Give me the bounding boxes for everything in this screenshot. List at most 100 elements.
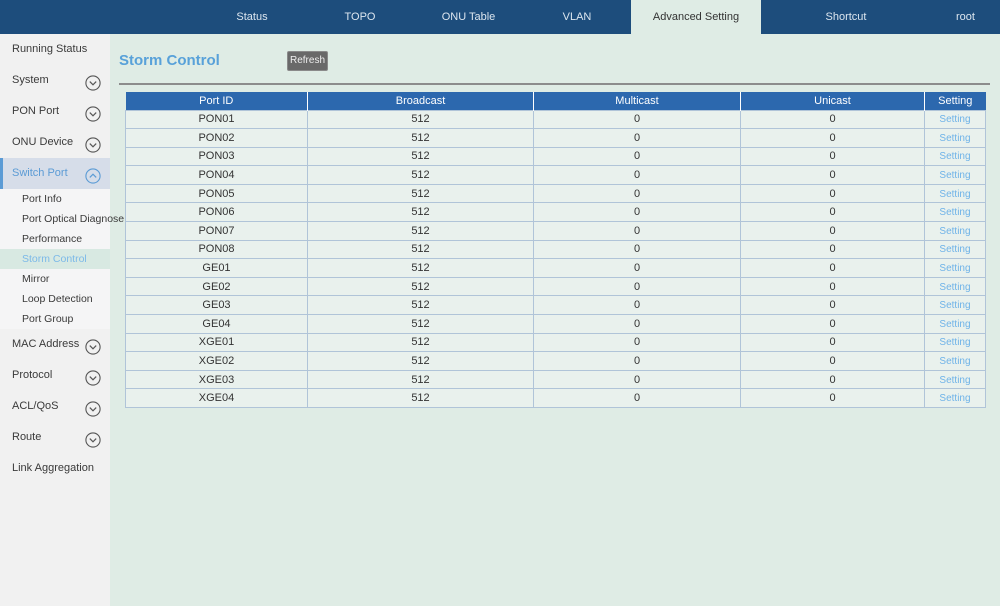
sidebar-item-label: ACL/QoS bbox=[12, 400, 59, 412]
sidebar-item-port-info[interactable]: Port Info bbox=[0, 189, 110, 209]
port-id-cell: GE01 bbox=[125, 258, 308, 278]
setting-link[interactable]: Setting bbox=[939, 393, 970, 404]
sidebar-item-link-aggregation[interactable]: Link Aggregation bbox=[0, 453, 110, 484]
broadcast-cell: 512 bbox=[307, 295, 534, 316]
setting-link[interactable]: Setting bbox=[939, 244, 970, 255]
table-row-ge04: GE04 512 0 0 Setting bbox=[125, 314, 986, 334]
setting-link[interactable]: Setting bbox=[939, 133, 970, 144]
broadcast-cell: 512 bbox=[307, 128, 534, 148]
table-row-pon03: PON03 512 0 0 Setting bbox=[125, 146, 986, 167]
port-id-cell: PON03 bbox=[125, 146, 308, 167]
setting-link[interactable]: Setting bbox=[939, 300, 970, 311]
unicast-cell: 0 bbox=[740, 351, 925, 371]
setting-link[interactable]: Setting bbox=[939, 170, 970, 181]
tab-onu-table[interactable]: ONU Table bbox=[414, 0, 523, 34]
sidebar-item-mirror[interactable]: Mirror bbox=[0, 269, 110, 289]
sidebar-item-acl-qos[interactable]: ACL/QoS bbox=[0, 391, 110, 422]
setting-link[interactable]: Setting bbox=[939, 319, 970, 330]
table-row-pon08: PON08 512 0 0 Setting bbox=[125, 239, 986, 260]
sidebar-item-switch-port[interactable]: Switch Port bbox=[0, 158, 110, 189]
column-header-setting: Setting bbox=[924, 92, 986, 110]
tab-topo[interactable]: TOPO bbox=[306, 0, 414, 34]
sidebar-item-label: PON Port bbox=[12, 105, 60, 117]
setting-cell: Setting bbox=[924, 258, 986, 278]
table-row-pon01: PON01 512 0 0 Setting bbox=[125, 109, 986, 130]
column-header-broadcast: Broadcast bbox=[307, 92, 534, 110]
setting-link[interactable]: Setting bbox=[939, 282, 970, 293]
port-id-cell: PON08 bbox=[125, 239, 308, 260]
sidebar-item-label: ONU Device bbox=[12, 136, 74, 148]
setting-cell: Setting bbox=[924, 128, 986, 148]
setting-link[interactable]: Setting bbox=[939, 226, 970, 237]
sidebar-item-loop-detection[interactable]: Loop Detection bbox=[0, 289, 110, 309]
setting-link[interactable]: Setting bbox=[939, 114, 970, 125]
setting-cell: Setting bbox=[924, 314, 986, 334]
multicast-cell: 0 bbox=[533, 183, 741, 204]
setting-link[interactable]: Setting bbox=[939, 263, 970, 274]
setting-link[interactable]: Setting bbox=[939, 375, 970, 386]
port-id-cell: PON06 bbox=[125, 202, 308, 223]
sidebar-item-protocol[interactable]: Protocol bbox=[0, 360, 110, 391]
multicast-cell: 0 bbox=[533, 109, 741, 130]
sidebar-item-storm-control[interactable]: Storm Control bbox=[0, 249, 110, 269]
unicast-cell: 0 bbox=[740, 165, 925, 185]
sidebar-item-port-optical-diagnose[interactable]: Port Optical Diagnose bbox=[0, 209, 124, 229]
sidebar-item-system[interactable]: System bbox=[0, 65, 110, 96]
chevron-down-icon bbox=[85, 337, 101, 355]
multicast-cell: 0 bbox=[533, 351, 741, 371]
setting-link[interactable]: Setting bbox=[939, 337, 970, 348]
sidebar-item-label: Route bbox=[12, 431, 42, 443]
unicast-cell: 0 bbox=[740, 221, 925, 241]
main-content: Storm Control Refresh Port ID Broadcast Mu… bbox=[110, 34, 1000, 606]
table-row-ge03: GE03 512 0 0 Setting bbox=[125, 295, 986, 316]
setting-link[interactable]: Setting bbox=[939, 151, 970, 162]
tab-status[interactable]: Status bbox=[198, 0, 306, 34]
sidebar-item-performance[interactable]: Performance bbox=[0, 229, 110, 249]
port-id-cell: XGE04 bbox=[125, 388, 308, 408]
sidebar-item-route[interactable]: Route bbox=[0, 422, 110, 453]
table-header: Port ID Broadcast Multicast Unicast Setting bbox=[125, 92, 986, 110]
multicast-cell: 0 bbox=[533, 128, 741, 148]
setting-link[interactable]: Setting bbox=[939, 356, 970, 367]
multicast-cell: 0 bbox=[533, 295, 741, 316]
table-row-pon02: PON02 512 0 0 Setting bbox=[125, 128, 986, 148]
tab-advanced-setting[interactable]: Advanced Setting bbox=[631, 0, 761, 34]
chevron-down-icon bbox=[85, 430, 101, 448]
sidebar-item-label: Performance bbox=[22, 233, 83, 245]
tab-shortcut[interactable]: Shortcut bbox=[761, 0, 931, 34]
port-id-cell: PON01 bbox=[125, 109, 308, 130]
sidebar-item-label: Storm Control bbox=[22, 253, 87, 265]
broadcast-cell: 512 bbox=[307, 258, 534, 278]
sidebar-item-running-status[interactable]: Running Status bbox=[0, 34, 110, 65]
setting-cell: Setting bbox=[924, 276, 986, 297]
port-id-cell: PON07 bbox=[125, 221, 308, 241]
setting-cell: Setting bbox=[924, 332, 986, 353]
table-row-pon07: PON07 512 0 0 Setting bbox=[125, 221, 986, 241]
port-id-cell: PON02 bbox=[125, 128, 308, 148]
refresh-button[interactable]: Refresh bbox=[287, 51, 328, 71]
setting-cell: Setting bbox=[924, 221, 986, 241]
sidebar-item-onu-device[interactable]: ONU Device bbox=[0, 127, 110, 158]
title-divider bbox=[119, 83, 990, 85]
sidebar-item-port-group[interactable]: Port Group bbox=[0, 309, 110, 329]
tab-vlan[interactable]: VLAN bbox=[523, 0, 631, 34]
multicast-cell: 0 bbox=[533, 202, 741, 223]
table-row-pon05: PON05 512 0 0 Setting bbox=[125, 183, 986, 204]
multicast-cell: 0 bbox=[533, 146, 741, 167]
table-row-pon04: PON04 512 0 0 Setting bbox=[125, 165, 986, 185]
tab-root[interactable]: root bbox=[931, 0, 1000, 34]
setting-cell: Setting bbox=[924, 183, 986, 204]
sidebar-item-label: Mirror bbox=[22, 273, 50, 285]
setting-link[interactable]: Setting bbox=[939, 207, 970, 218]
table-row-xge02: XGE02 512 0 0 Setting bbox=[125, 351, 986, 371]
sidebar-item-pon-port[interactable]: PON Port bbox=[0, 96, 110, 127]
unicast-cell: 0 bbox=[740, 369, 925, 390]
broadcast-cell: 512 bbox=[307, 202, 534, 223]
setting-link[interactable]: Setting bbox=[939, 189, 970, 200]
chevron-down-icon bbox=[85, 399, 101, 417]
storm-control-table-wrap: Port ID Broadcast Multicast Unicast Setting … bbox=[125, 92, 986, 408]
setting-cell: Setting bbox=[924, 351, 986, 371]
sidebar-item-mac-address[interactable]: MAC Address bbox=[0, 329, 110, 360]
port-id-cell: GE03 bbox=[125, 295, 308, 316]
table-row-xge01: XGE01 512 0 0 Setting bbox=[125, 332, 986, 353]
